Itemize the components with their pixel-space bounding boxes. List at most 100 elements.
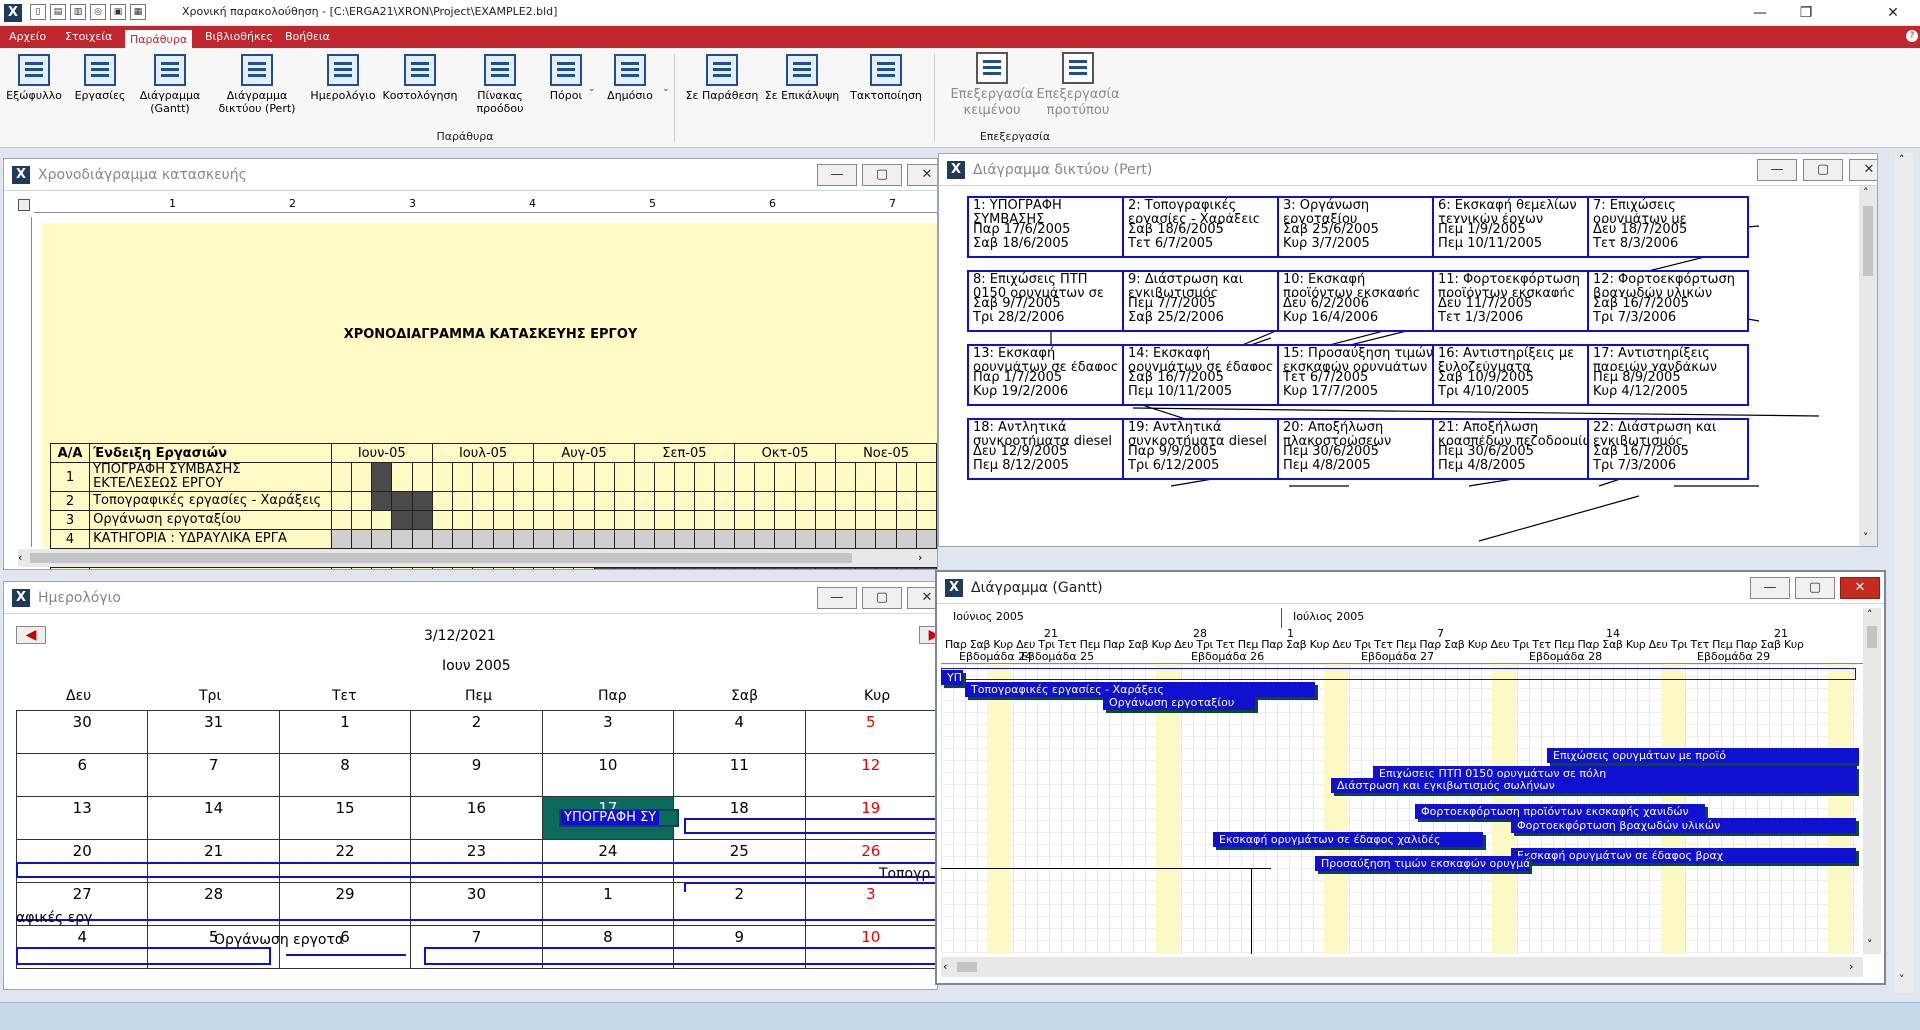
progress-table-button[interactable]: Πίνακας προόδου: [470, 54, 530, 134]
tasks-button[interactable]: Εργασίες: [70, 54, 130, 134]
calendar-day[interactable]: 31: [147, 710, 280, 754]
pert-node[interactable]: 21: Αποξήλωση κρασπέδων πεζοδρομίων Πεμ 30…: [1432, 418, 1594, 480]
calendar-day[interactable]: 2: [410, 710, 543, 754]
schedule-row[interactable]: 2 Τοπογραφικές εργασίες - Χαράξεις: [49, 491, 937, 511]
gantt-hscrollbar[interactable]: ‹ ›: [941, 957, 1863, 977]
minimize-button[interactable]: —: [1737, 0, 1783, 26]
schedule-minimize-button[interactable]: —: [817, 164, 857, 186]
menu-libraries[interactable]: Βιβλιοθήκες: [200, 26, 278, 48]
gantt-task-bar[interactable]: Εκσκαφή ορυγμάτων σε έδαφος χαλιδές: [1213, 832, 1483, 847]
edit-template-button[interactable]: Επεξεργασία προτύπου: [1030, 52, 1126, 132]
scroll-thumb[interactable]: [1863, 206, 1873, 276]
calendar-day[interactable]: 6: [15, 753, 149, 797]
calendar-day[interactable]: 16: [410, 796, 543, 840]
pert-node[interactable]: 2: Τοπογραφικές εργασίες - Χαράξεις Σαβ 18…: [1122, 196, 1284, 258]
scroll-up-icon[interactable]: ˄: [1867, 608, 1873, 621]
schedule-maximize-button[interactable]: ▢: [862, 164, 902, 186]
pert-node[interactable]: 12: Φορτοεκφόρτωση βραχωδών υλικών Σαβ 16/…: [1587, 270, 1749, 332]
tile-button[interactable]: Σε Παράθεση: [682, 54, 762, 134]
pert-node[interactable]: 11: Φορτοεκφόρτωση προϊόντων εκσκαφής Δευ …: [1432, 270, 1594, 332]
help-icon[interactable]: ?: [1906, 30, 1918, 42]
gantt-task-bar[interactable]: ΥΠ: [941, 670, 963, 685]
calendar-close-button[interactable]: ✕: [907, 587, 937, 609]
calendar-day[interactable]: 1: [278, 710, 412, 754]
calendar-day[interactable]: 10: [541, 753, 675, 797]
gantt-task-bar[interactable]: Εκσκαφή ορυγμάτων σε έδαφος βραχ: [1511, 848, 1856, 863]
pert-node[interactable]: 7: Επιχώσεις ορυγμάτων με Δευ 18/7/2005 Τετ…: [1587, 196, 1749, 258]
web-icon[interactable]: ◎: [90, 4, 106, 20]
pert-node[interactable]: 14: Εκσκαφή ορυγμάτων σε έδαφος Σαβ 16/7/2…: [1122, 344, 1284, 406]
pert-node[interactable]: 17: Αντιστηρίξεις παρειών χανδάκων Πεμ 8/9…: [1587, 344, 1749, 406]
pert-node[interactable]: 1: ΥΠΟΓΡΑΦΗ ΣΥΜΒΑΣΗΣ Παρ 17/6/2005 Σαβ 18/6…: [967, 196, 1129, 258]
pert-node[interactable]: 20: Αποξήλωση πλακοστρώσεων Πεμ 30/6/2005 Π…: [1277, 418, 1439, 480]
scroll-thumb[interactable]: [30, 553, 852, 563]
calendar-day[interactable]: 8: [278, 753, 412, 797]
resources-dropdown-icon[interactable]: ⌄: [588, 84, 596, 94]
pert-node[interactable]: 18: Αντλητικά συγκροτήματα diesel Δευ 12/9…: [967, 418, 1129, 480]
pert-minimize-button[interactable]: —: [1757, 159, 1797, 181]
scroll-right-icon[interactable]: ›: [918, 551, 922, 564]
arrange-button[interactable]: Τακτοποίηση: [844, 54, 928, 134]
calendar-day[interactable]: 4: [673, 710, 806, 754]
gantt-minimize-button[interactable]: —: [1750, 577, 1790, 599]
calendar-day[interactable]: 12: [804, 753, 937, 797]
edit-text-button[interactable]: Επεξεργασία κειμένου: [944, 52, 1040, 132]
scroll-left-icon[interactable]: ‹: [18, 551, 22, 564]
menu-help[interactable]: Βοήθεια: [280, 26, 335, 48]
preview-icon[interactable]: ▦: [130, 4, 146, 20]
gantt-task-bar[interactable]: Φορτοεκφόρτωση προϊόντων εκσκαφής χανιδώ…: [1415, 804, 1705, 819]
pert-button[interactable]: Διάγραμμα δικτύου (Pert): [212, 54, 302, 134]
public-dropdown-icon[interactable]: ⌄: [662, 84, 670, 94]
schedule-row[interactable]: 4 ΚΑΤΗΓΟΡΙΑ : ΥΔΡΑΥΛΙΚΑ ΕΡΓΑ: [49, 529, 937, 549]
cascade-button[interactable]: Σε Επικάλυψη: [762, 54, 842, 134]
calendar-day[interactable]: 13: [15, 796, 149, 840]
close-button[interactable]: ✕: [1870, 0, 1916, 26]
scroll-thumb[interactable]: [957, 962, 977, 972]
gantt-task-bar[interactable]: Φορτοεκφόρτωση βραχωδών υλικών: [1511, 818, 1856, 833]
open-icon[interactable]: ▥: [70, 4, 86, 20]
calendar-button[interactable]: Ημερολόγιο: [310, 54, 376, 134]
gantt-task-bar[interactable]: Προσαύξηση τιμών εκσκαφών ορυγμάτων: [1315, 856, 1529, 871]
pert-vscrollbar[interactable]: ˄ ˅: [1859, 186, 1877, 546]
pert-node[interactable]: 8: Επιχώσεις ΠΤΠ 0150 ορυγμάτων σε Σαβ 9/7…: [967, 270, 1129, 332]
gantt-task-bar[interactable]: Διάστρωση και εγκιβωτισμός σωλήνων: [1331, 778, 1857, 793]
schedule-row[interactable]: 3 Οργάνωση εργοταξίου: [49, 510, 937, 530]
scroll-right-icon[interactable]: ›: [1849, 960, 1853, 973]
scroll-down-icon[interactable]: ˅: [1863, 531, 1869, 544]
pert-node[interactable]: 16: Αντιστηρίξεις με ξυλοζεύγματα Σαβ 10/9…: [1432, 344, 1594, 406]
mdi-vscrollbar[interactable]: ˄ ˅: [1895, 153, 1913, 993]
prev-month-button[interactable]: ◀: [16, 626, 46, 644]
pert-node[interactable]: 3: Οργάνωση εργοταξίου Σαβ 25/6/2005 Κυρ 3/…: [1277, 196, 1439, 258]
calendar-event-signing[interactable]: ΥΠΟΓΡΑΦΗ ΣΥ: [559, 809, 679, 827]
pert-node[interactable]: 9: Διάστρωση και εγκιβωτισμός Πεμ 7/7/2005…: [1122, 270, 1284, 332]
menu-windows[interactable]: Παράθυρα: [124, 29, 194, 48]
gantt-button[interactable]: Διάγραμμα (Gantt): [135, 54, 205, 134]
costing-button[interactable]: Κοστολόγηση: [380, 54, 460, 134]
gantt-task-bar[interactable]: Επιχώσεις ορυγμάτων με προϊό: [1547, 748, 1859, 763]
scroll-up-icon[interactable]: ˄: [1863, 186, 1869, 199]
menu-file[interactable]: Αρχείο: [4, 26, 51, 48]
pert-maximize-button[interactable]: ▢: [1803, 159, 1843, 181]
gantt-vscrollbar[interactable]: ˄ ˅: [1863, 608, 1881, 954]
new-doc-icon[interactable]: ▤: [50, 4, 66, 20]
scroll-left-icon[interactable]: ‹: [943, 960, 947, 973]
calendar-day[interactable]: 14: [147, 796, 280, 840]
calendar-day[interactable]: 9: [410, 753, 543, 797]
gantt-close-button[interactable]: ✕: [1840, 577, 1880, 599]
pert-node[interactable]: 10: Εκσκαφή προϊόντων εκσκαφής Δευ 6/2/200…: [1277, 270, 1439, 332]
cover-button[interactable]: Εξώφυλλο: [4, 54, 64, 134]
maximize-button[interactable]: ❐: [1783, 0, 1829, 26]
schedule-row[interactable]: 1 ΥΠΟΓΡΑΦΗ ΣΥΜΒΑΣΗΣ ΕΚΤΕΛΕΣΕΩΣ ΕΡΓΟΥ: [49, 462, 937, 492]
pert-node[interactable]: 13: Εκσκαφή ορυγμάτων σε έδαφος Παρ 1/7/20…: [967, 344, 1129, 406]
calendar-day[interactable]: 30: [15, 710, 149, 754]
calendar-maximize-button[interactable]: ▢: [862, 587, 902, 609]
print-icon[interactable]: ▣: [110, 4, 126, 20]
gantt-task-bar[interactable]: Οργάνωση εργοταξίου: [1103, 695, 1255, 710]
scroll-up-icon[interactable]: ˄: [1899, 153, 1905, 166]
scroll-thumb[interactable]: [1867, 626, 1877, 648]
calendar-minimize-button[interactable]: —: [817, 587, 857, 609]
scroll-down-icon[interactable]: ˅: [1867, 938, 1873, 951]
pert-close-button[interactable]: ✕: [1849, 159, 1877, 181]
menu-data[interactable]: Στοιχεία: [60, 26, 117, 48]
pert-node[interactable]: 15: Προσαύξηση τιμών εκσκαφών ορυγμάτων Τε…: [1277, 344, 1439, 406]
